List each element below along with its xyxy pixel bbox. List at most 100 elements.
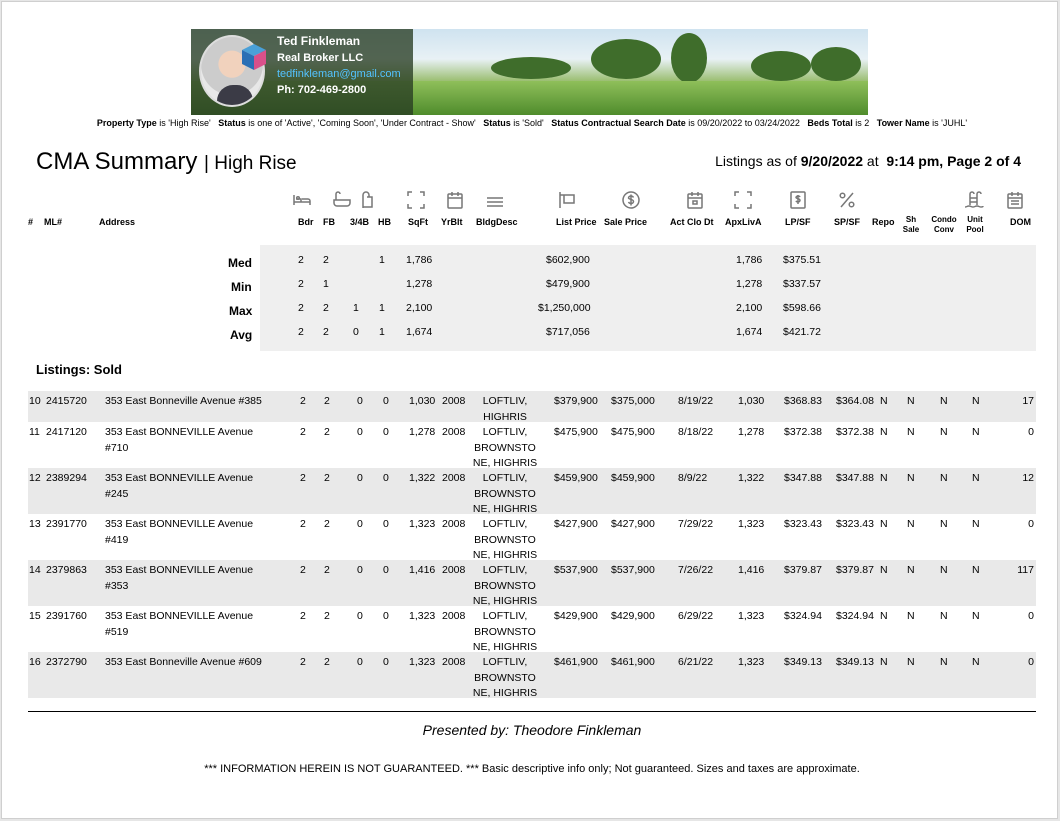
- page-subtitle: | High Rise: [204, 153, 297, 174]
- cell-bldgdesc: LOFTLIV, BROWNSTO NE, HIGHRIS: [472, 426, 538, 469]
- cell-condo-conv: N: [940, 564, 948, 576]
- col-34b: 3/4B: [350, 217, 370, 227]
- cell-address: 353 East BONNEVILLE Avenue #519: [105, 610, 254, 638]
- cell-act-clo-dt: 7/29/22: [678, 518, 714, 530]
- cell-ml: 2372790: [46, 656, 87, 668]
- cell-num: 14: [29, 564, 41, 576]
- agent-card: Ted Finkleman Real Broker LLC tedfinklem…: [191, 29, 413, 115]
- cell-bdr: 2: [300, 564, 306, 576]
- cell-yrblt: 2008: [442, 610, 466, 622]
- col-unit-pool: Unit Pool: [966, 215, 984, 234]
- cell-34b: 0: [357, 656, 363, 668]
- search-criteria: Property Type is 'High Rise' Status is o…: [96, 118, 968, 128]
- cell-act-clo-dt: 8/9/22: [678, 472, 708, 484]
- cell-condo-conv: N: [940, 472, 948, 484]
- cell-hb: 0: [383, 564, 389, 576]
- cell-condo-conv: N: [940, 518, 948, 530]
- cell-yrblt: 2008: [442, 518, 466, 530]
- cell-bdr: 2: [300, 656, 306, 668]
- cell-unit-pool: N: [972, 426, 980, 438]
- cell-repo: N: [880, 472, 888, 484]
- cell-lpsf: $347.88: [784, 472, 822, 484]
- disclaimer: *** INFORMATION HEREIN IS NOT GUARANTEED…: [204, 763, 860, 775]
- cell-repo: N: [880, 426, 888, 438]
- cell-unit-pool: N: [972, 472, 980, 484]
- cell-sale-price: $537,900: [611, 564, 655, 576]
- cell-hb: 0: [383, 656, 389, 668]
- col-bldgdesc: BldgDesc: [476, 217, 518, 227]
- cell-repo: N: [880, 610, 888, 622]
- cell-sqft: 1,030: [409, 395, 436, 407]
- table-row: 14 2379863 353 East BONNEVILLE Avenue #353…: [28, 560, 1036, 607]
- cell-ml: 2379863: [46, 564, 87, 576]
- cell-repo: N: [880, 395, 888, 407]
- cell-dom: 12: [1022, 472, 1034, 484]
- col-num: #: [28, 217, 34, 227]
- cell-sh-sale: N: [907, 395, 915, 407]
- agent-email[interactable]: tedfinkleman@gmail.com: [277, 68, 401, 80]
- cell-lpsf: $323.43: [784, 518, 822, 530]
- table-row: 16 2372790 353 East Bonneville Avenue #609…: [28, 652, 1036, 699]
- col-address: Address: [99, 217, 136, 227]
- list-price-sign-icon: [557, 190, 577, 210]
- cell-spsf: $349.13: [836, 656, 874, 668]
- cell-list-price: $427,900: [554, 518, 598, 530]
- dollar-doc-icon: [788, 190, 808, 210]
- bed-icon: [292, 190, 312, 210]
- cell-dom: 117: [1017, 564, 1034, 576]
- cell-list-price: $429,900: [554, 610, 598, 622]
- cell-address: 353 East BONNEVILLE Avenue #710: [105, 426, 254, 454]
- cell-hb: 0: [383, 426, 389, 438]
- col-sqft: SqFt: [408, 217, 428, 227]
- building-desc-icon: [485, 190, 505, 210]
- col-sh-sale: Sh Sale: [902, 215, 920, 234]
- cell-address: 353 East BONNEVILLE Avenue #353: [105, 564, 254, 592]
- col-fb: FB: [323, 217, 335, 227]
- cell-hb: 0: [383, 472, 389, 484]
- cell-spsf: $324.94: [836, 610, 874, 622]
- pool-icon: [964, 190, 984, 210]
- cell-spsf: $364.08: [836, 395, 874, 407]
- cell-sqft: 1,278: [409, 426, 436, 438]
- table-row: 10 2415720 353 East Bonneville Avenue #385…: [28, 391, 1036, 423]
- col-hb: HB: [378, 217, 391, 227]
- agent-name: Ted Finkleman: [277, 34, 361, 48]
- cell-sqft: 1,322: [409, 472, 436, 484]
- cell-num: 12: [29, 472, 41, 484]
- table-row: 11 2417120 353 East BONNEVILLE Avenue #710…: [28, 422, 1036, 469]
- cell-bldgdesc: LOFTLIV, BROWNSTO NE, HIGHRIS: [472, 518, 538, 561]
- cell-condo-conv: N: [940, 395, 948, 407]
- cell-address: 353 East BONNEVILLE Avenue #245: [105, 472, 254, 500]
- cell-num: 15: [29, 610, 41, 622]
- cell-ml: 2391760: [46, 610, 87, 622]
- col-dom: DOM: [1010, 217, 1031, 227]
- cell-list-price: $379,900: [554, 395, 598, 407]
- cell-num: 10: [29, 395, 41, 407]
- cell-act-clo-dt: 8/19/22: [678, 395, 714, 407]
- cell-spsf: $347.88: [836, 472, 874, 484]
- cell-sqft: 1,323: [409, 518, 436, 530]
- cell-repo: N: [880, 656, 888, 668]
- col-apxliva: ApxLivA: [725, 217, 762, 227]
- cell-apxliva: 1,323: [738, 656, 765, 668]
- cell-apxliva: 1,278: [738, 426, 765, 438]
- cell-sh-sale: N: [907, 610, 915, 622]
- col-act-clo-dt: Act Clo Dt: [670, 217, 714, 227]
- cell-yrblt: 2008: [442, 656, 466, 668]
- cell-spsf: $379.87: [836, 564, 874, 576]
- sqft-icon: [406, 190, 426, 210]
- cell-unit-pool: N: [972, 395, 980, 407]
- cell-repo: N: [880, 518, 888, 530]
- cell-sale-price: $461,900: [611, 656, 655, 668]
- cell-bdr: 2: [300, 472, 306, 484]
- crypto-cube-logo: [242, 44, 266, 70]
- col-bdr: Bdr: [298, 217, 314, 227]
- table-row: 15 2391760 353 East BONNEVILLE Avenue #519…: [28, 606, 1036, 653]
- col-yrblt: YrBlt: [441, 217, 463, 227]
- cell-lpsf: $349.13: [784, 656, 822, 668]
- cell-dom: 17: [1022, 395, 1034, 407]
- cell-yrblt: 2008: [442, 564, 466, 576]
- cell-unit-pool: N: [972, 656, 980, 668]
- cell-bdr: 2: [300, 518, 306, 530]
- cell-lpsf: $324.94: [784, 610, 822, 622]
